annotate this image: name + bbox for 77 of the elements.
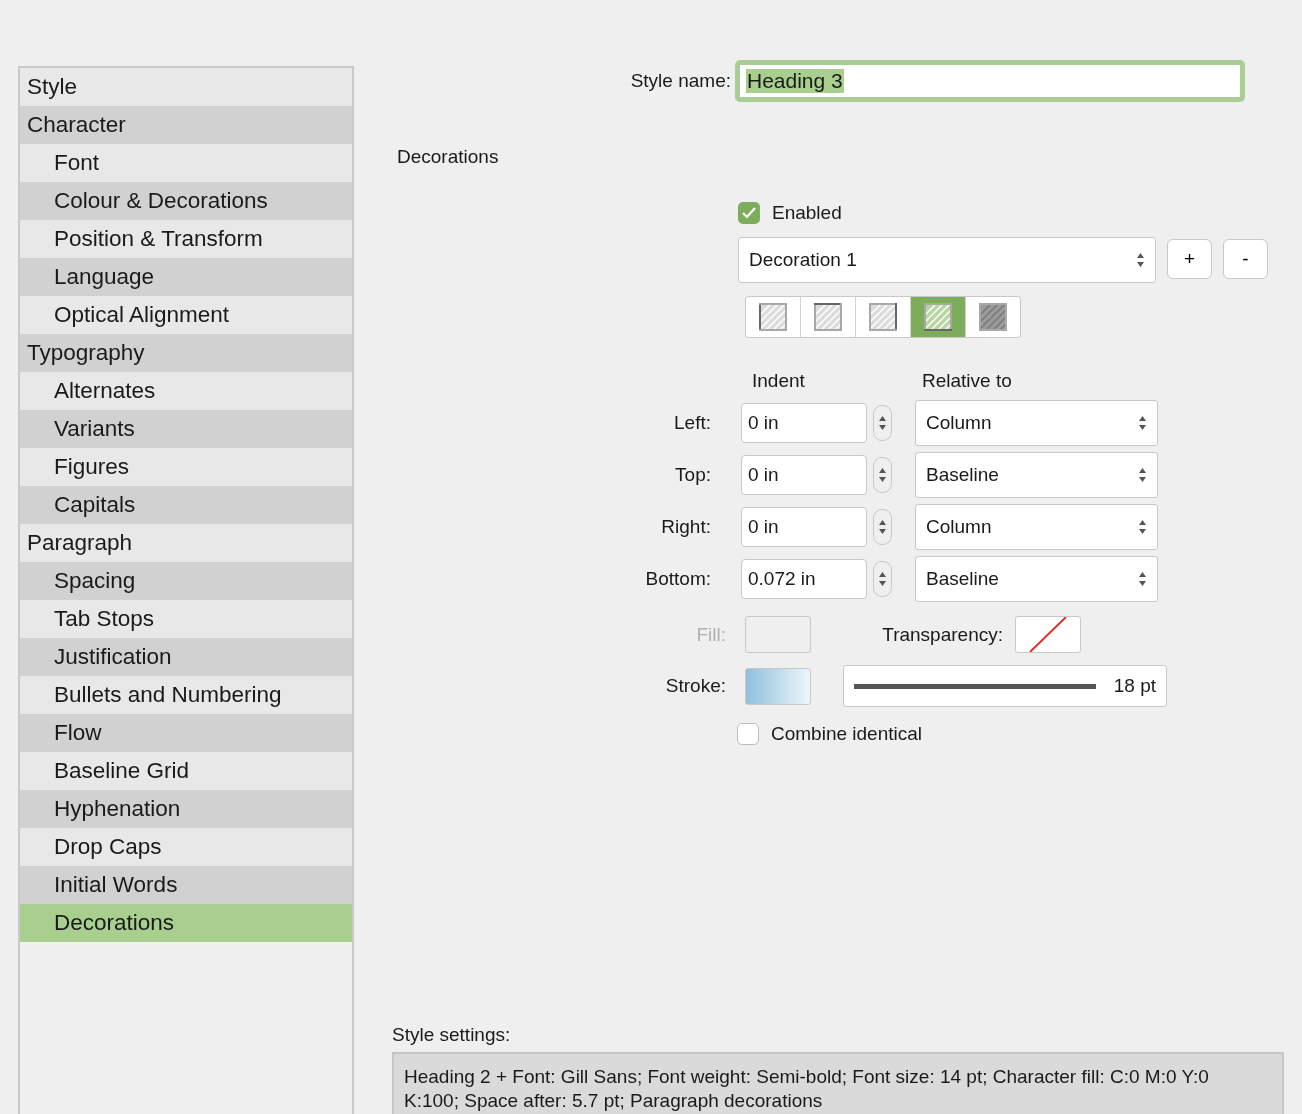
- border-style-icon: [759, 303, 787, 331]
- indent-field[interactable]: 0 in: [741, 403, 867, 443]
- border-style-option[interactable]: [911, 297, 966, 337]
- sidebar-item[interactable]: Capitals: [20, 486, 352, 524]
- sidebar-item[interactable]: Paragraph: [20, 524, 352, 562]
- toolbar-button[interactable]: +: [1167, 239, 1212, 279]
- field-label: Bottom:: [644, 568, 712, 590]
- stroke-swatch[interactable]: [745, 667, 811, 705]
- field-label: Style settings:: [392, 1024, 511, 1046]
- border-style-icon: [979, 303, 1007, 331]
- sidebar-item[interactable]: Baseline Grid: [20, 752, 352, 790]
- updown-arrows-icon: [1138, 415, 1147, 431]
- checkbox-label: Combine identical: [771, 723, 923, 745]
- field-label: Transparency:: [881, 623, 1003, 646]
- field-label: Left:: [673, 412, 712, 434]
- stepper-arrows-icon: [878, 571, 887, 587]
- border-style-icon: [869, 303, 897, 331]
- updown-arrows-icon: [1138, 519, 1147, 535]
- toolbar-button[interactable]: -: [1223, 239, 1268, 279]
- border-style-selector[interactable]: [745, 296, 1021, 338]
- enabled-checkbox[interactable]: [738, 202, 760, 224]
- indent-field[interactable]: 0 in: [741, 455, 867, 495]
- sidebar-item[interactable]: Spacing: [20, 562, 352, 600]
- border-style-icon: [924, 303, 952, 331]
- checkbox-label: Enabled: [772, 202, 842, 224]
- relative-to-dropdown[interactable]: Baseline: [915, 556, 1158, 602]
- relative-to-dropdown[interactable]: Column: [915, 504, 1158, 550]
- transparency-swatch[interactable]: [1015, 616, 1081, 653]
- stepper-arrows-icon: [878, 467, 887, 483]
- combine-checkbox[interactable]: [737, 723, 759, 745]
- sidebar-item[interactable]: Colour & Decorations: [20, 182, 352, 220]
- border-style-icon: [814, 303, 842, 331]
- updown-arrows-icon: [1136, 252, 1145, 268]
- relative-to-dropdown[interactable]: Column: [915, 400, 1158, 446]
- relative-to-dropdown[interactable]: Baseline: [915, 452, 1158, 498]
- indent-field[interactable]: 0 in: [741, 507, 867, 547]
- sidebar-item[interactable]: Justification: [20, 638, 352, 676]
- sidebar-item[interactable]: Tab Stops: [20, 600, 352, 638]
- sidebar-item[interactable]: Character: [20, 106, 352, 144]
- stepper-arrows-icon: [878, 519, 887, 535]
- sidebar-item[interactable]: Language: [20, 258, 352, 296]
- sidebar-item[interactable]: Drop Caps: [20, 828, 352, 866]
- fill-swatch[interactable]: [745, 616, 811, 653]
- sidebar-item[interactable]: Figures: [20, 448, 352, 486]
- indent-field[interactable]: 0.072 in: [741, 559, 867, 599]
- sidebar-item[interactable]: Bullets and Numbering: [20, 676, 352, 714]
- stepper[interactable]: [873, 405, 892, 441]
- sidebar-item[interactable]: Font: [20, 144, 352, 182]
- sidebar-item[interactable]: Decorations: [20, 904, 352, 942]
- stepper[interactable]: [873, 561, 892, 597]
- decoration-dropdown[interactable]: Decoration 1: [738, 237, 1156, 283]
- column-header: Relative to: [921, 370, 1013, 392]
- sidebar-item[interactable]: Alternates: [20, 372, 352, 410]
- sidebar-item[interactable]: Flow: [20, 714, 352, 752]
- field-label: Style name:: [629, 70, 731, 92]
- field-label: Stroke:: [664, 675, 726, 697]
- sidebar-item[interactable]: Variants: [20, 410, 352, 448]
- sidebar-item[interactable]: Optical Alignment: [20, 296, 352, 334]
- sidebar-item[interactable]: Position & Transform: [20, 220, 352, 258]
- checkmark-icon: [742, 207, 756, 219]
- stepper[interactable]: [873, 509, 892, 545]
- sidebar-item[interactable]: Typography: [20, 334, 352, 372]
- updown-arrows-icon: [1138, 467, 1147, 483]
- stroke-width-dropdown[interactable]: 18 pt: [843, 665, 1167, 707]
- sidebar-item[interactable]: Hyphenation: [20, 790, 352, 828]
- field-label: Fill:: [695, 623, 726, 646]
- section-title: Decorations: [397, 146, 500, 168]
- column-header: Indent: [751, 370, 806, 392]
- sidebar-item[interactable]: Initial Words: [20, 866, 352, 904]
- field-label: Right:: [660, 516, 712, 538]
- stepper[interactable]: [873, 457, 892, 493]
- style-name-field[interactable]: Heading 3: [735, 60, 1245, 102]
- field-label: Top:: [674, 464, 712, 486]
- stepper-arrows-icon: [878, 415, 887, 431]
- updown-arrows-icon: [1138, 571, 1147, 587]
- style-settings-text: Heading 2 + Font: Gill Sans; Font weight: Semi-bold; Font size: 14 pt; Character fill: C:0 M:0 Y:0 K:100; Space after: 5.7 pt; Paragraph decorations: [392, 1052, 1284, 1114]
- sidebar-item[interactable]: Style: [20, 68, 352, 106]
